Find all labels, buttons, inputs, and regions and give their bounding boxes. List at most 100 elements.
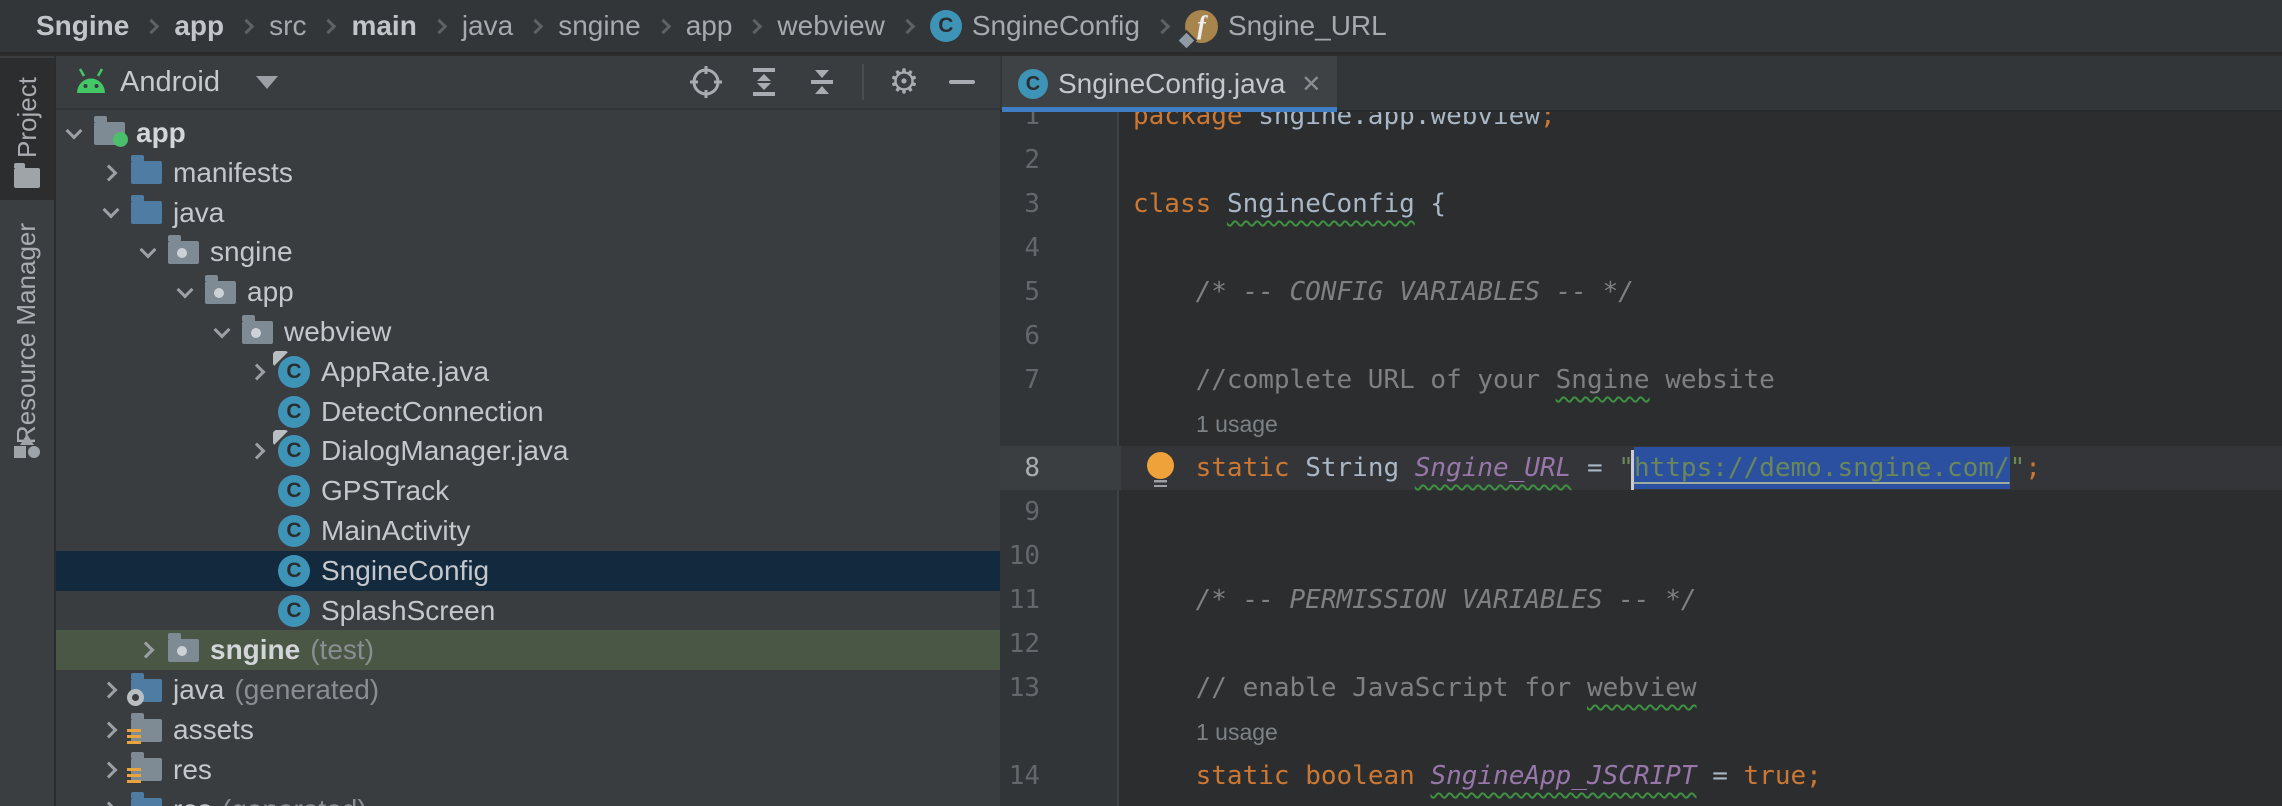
breadcrumb-item-sngine[interactable]: Sngine xyxy=(36,10,129,42)
code-token: { xyxy=(1415,189,1446,219)
usages-hint[interactable]: 1 usage xyxy=(1196,710,1278,754)
tree-item-app[interactable]: app xyxy=(56,272,1000,312)
breadcrumb-item-app[interactable]: app xyxy=(174,10,224,42)
package-folder-icon xyxy=(203,275,237,309)
chevron-down-icon[interactable] xyxy=(256,76,278,89)
resources-folder-icon xyxy=(129,753,163,787)
close-icon[interactable]: ✕ xyxy=(1301,70,1321,99)
tree-item-res[interactable]: res (generated) xyxy=(56,790,1000,806)
breadcrumb-item-main[interactable]: main xyxy=(351,10,416,42)
breadcrumb-label: sngine xyxy=(558,10,641,42)
tree-item-apprate-java[interactable]: AppRate.java xyxy=(56,352,1000,392)
tree-item-label: DialogManager.java xyxy=(321,435,569,467)
editor-body[interactable]: 1package sngine.app.webview;23class Sngi… xyxy=(1000,112,2282,806)
breadcrumb-label: src xyxy=(269,10,306,42)
breadcrumb: Sngine app src main java sngine app webview Sngi… xyxy=(0,0,2282,54)
expand-all-icon[interactable] xyxy=(746,64,782,100)
code-line-11[interactable]: /* -- PERMISSION VARIABLES -- */ xyxy=(1133,578,1697,622)
breadcrumb-item-app[interactable]: app xyxy=(686,10,733,42)
code-line-13[interactable]: // enable JavaScript for webview xyxy=(1133,666,1697,710)
line-number-11: 11 xyxy=(1000,578,1040,622)
chevron-spacer xyxy=(241,511,277,551)
folder-icon xyxy=(129,196,163,230)
tree-item-detectconnection[interactable]: DetectConnection xyxy=(56,392,1000,432)
tree-item-sngine[interactable]: sngine(test) xyxy=(56,630,1000,670)
code-token: package xyxy=(1133,112,1243,131)
tree-item-label: SplashScreen xyxy=(321,595,495,627)
tree-item-assets[interactable]: assets xyxy=(56,710,1000,750)
class-icon xyxy=(930,10,962,42)
chevron-right-icon xyxy=(93,750,129,790)
tree-item-label: sngine xyxy=(210,236,293,268)
chevron-right-icon xyxy=(93,710,129,750)
stripe-project-button[interactable]: Project xyxy=(0,58,54,200)
app-module-folder-icon xyxy=(92,116,126,150)
chevron-right-icon xyxy=(93,790,129,806)
hide-panel-icon[interactable] xyxy=(944,64,980,100)
breadcrumb-label: main xyxy=(351,10,416,42)
tree-item-gpstrack[interactable]: GPSTrack xyxy=(56,471,1000,511)
breadcrumb-label: app xyxy=(686,10,733,42)
line-number-4: 4 xyxy=(1000,226,1040,270)
lines-badge-icon xyxy=(127,768,141,785)
view-selector[interactable]: Android xyxy=(120,66,220,99)
breadcrumb-item-webview[interactable]: webview xyxy=(777,10,884,42)
tree-item-java[interactable]: java(generated) xyxy=(56,670,1000,710)
code-line-1[interactable]: package sngine.app.webview; xyxy=(1133,112,1556,138)
project-folder-icon xyxy=(14,168,40,188)
tab-sngineconfig-java[interactable]: SngineConfig.java ✕ xyxy=(1002,56,1337,112)
tree-item-label: sngine xyxy=(210,634,300,666)
breadcrumb-label: webview xyxy=(777,10,884,42)
project-stripe-label: Project xyxy=(12,77,43,158)
tree-item-label: assets xyxy=(173,714,254,746)
tree-item-label: res xyxy=(173,794,212,806)
code-token xyxy=(1415,761,1431,791)
breadcrumb-item-sngineconfig[interactable]: SngineConfig xyxy=(930,10,1140,42)
code-line-14[interactable]: static boolean SngineApp_JSCRIPT = true; xyxy=(1133,754,1822,798)
gear-badge-icon xyxy=(127,689,144,706)
class-icon xyxy=(277,395,311,429)
tree-item-dialogmanager-java[interactable]: DialogManager.java xyxy=(56,431,1000,471)
tree-item-mainactivity[interactable]: MainActivity xyxy=(56,511,1000,551)
tree-item-splashscreen[interactable]: SplashScreen xyxy=(56,591,1000,631)
tree-item-label: MainActivity xyxy=(321,515,470,547)
package-folder-icon xyxy=(166,633,200,667)
class-icon xyxy=(277,434,311,468)
line-number-13: 13 xyxy=(1000,666,1040,710)
breadcrumb-item-sngine_url[interactable]: Sngine_URL xyxy=(1185,10,1387,43)
code-line-7[interactable]: //complete URL of your Sngine website xyxy=(1133,358,1775,402)
tree-item-sngine[interactable]: sngine xyxy=(56,232,1000,272)
project-panel: Android xyxy=(56,56,1000,806)
dot-badge-icon xyxy=(113,132,128,147)
tree-item-suffix: (generated) xyxy=(222,794,367,806)
breadcrumb-item-src[interactable]: src xyxy=(269,10,306,42)
code-line-8[interactable]: static String Sngine_URL = "https://demo… xyxy=(1133,446,2041,490)
code-line-5[interactable]: /* -- CONFIG VARIABLES -- */ xyxy=(1133,270,1634,314)
code-line-3[interactable]: class SngineConfig { xyxy=(1133,182,1446,226)
collapse-all-icon[interactable] xyxy=(804,64,840,100)
tree-item-sngineconfig[interactable]: SngineConfig xyxy=(56,551,1000,591)
tree-item-label: GPSTrack xyxy=(321,475,449,507)
breadcrumb-item-java[interactable]: java xyxy=(462,10,513,42)
tree-item-java[interactable]: java xyxy=(56,193,1000,233)
locate-file-icon[interactable] xyxy=(688,64,724,100)
chevron-down-icon xyxy=(167,272,203,312)
tree-item-app[interactable]: app xyxy=(56,113,1000,153)
breadcrumb-separator-icon xyxy=(144,18,160,34)
code-token: website xyxy=(1650,365,1775,395)
code-token: sngine.app.webview xyxy=(1243,112,1540,131)
tree-item-manifests[interactable]: manifests xyxy=(56,153,1000,193)
breadcrumb-item-sngine[interactable]: sngine xyxy=(558,10,641,42)
generated-folder-icon xyxy=(129,673,163,707)
chevron-right-icon xyxy=(130,630,166,670)
chevron-down-icon xyxy=(130,232,166,272)
chevron-right-icon xyxy=(241,352,277,392)
stripe-resource-manager-button[interactable]: Resource Manager xyxy=(0,214,54,470)
tree-item-res[interactable]: res xyxy=(56,750,1000,790)
chevron-spacer xyxy=(241,551,277,591)
chevron-spacer xyxy=(241,392,277,432)
tree-item-webview[interactable]: webview xyxy=(56,312,1000,352)
breadcrumb-separator-icon xyxy=(655,18,671,34)
usages-hint[interactable]: 1 usage xyxy=(1196,402,1278,446)
settings-gear-icon[interactable]: ⚙ xyxy=(886,64,922,100)
